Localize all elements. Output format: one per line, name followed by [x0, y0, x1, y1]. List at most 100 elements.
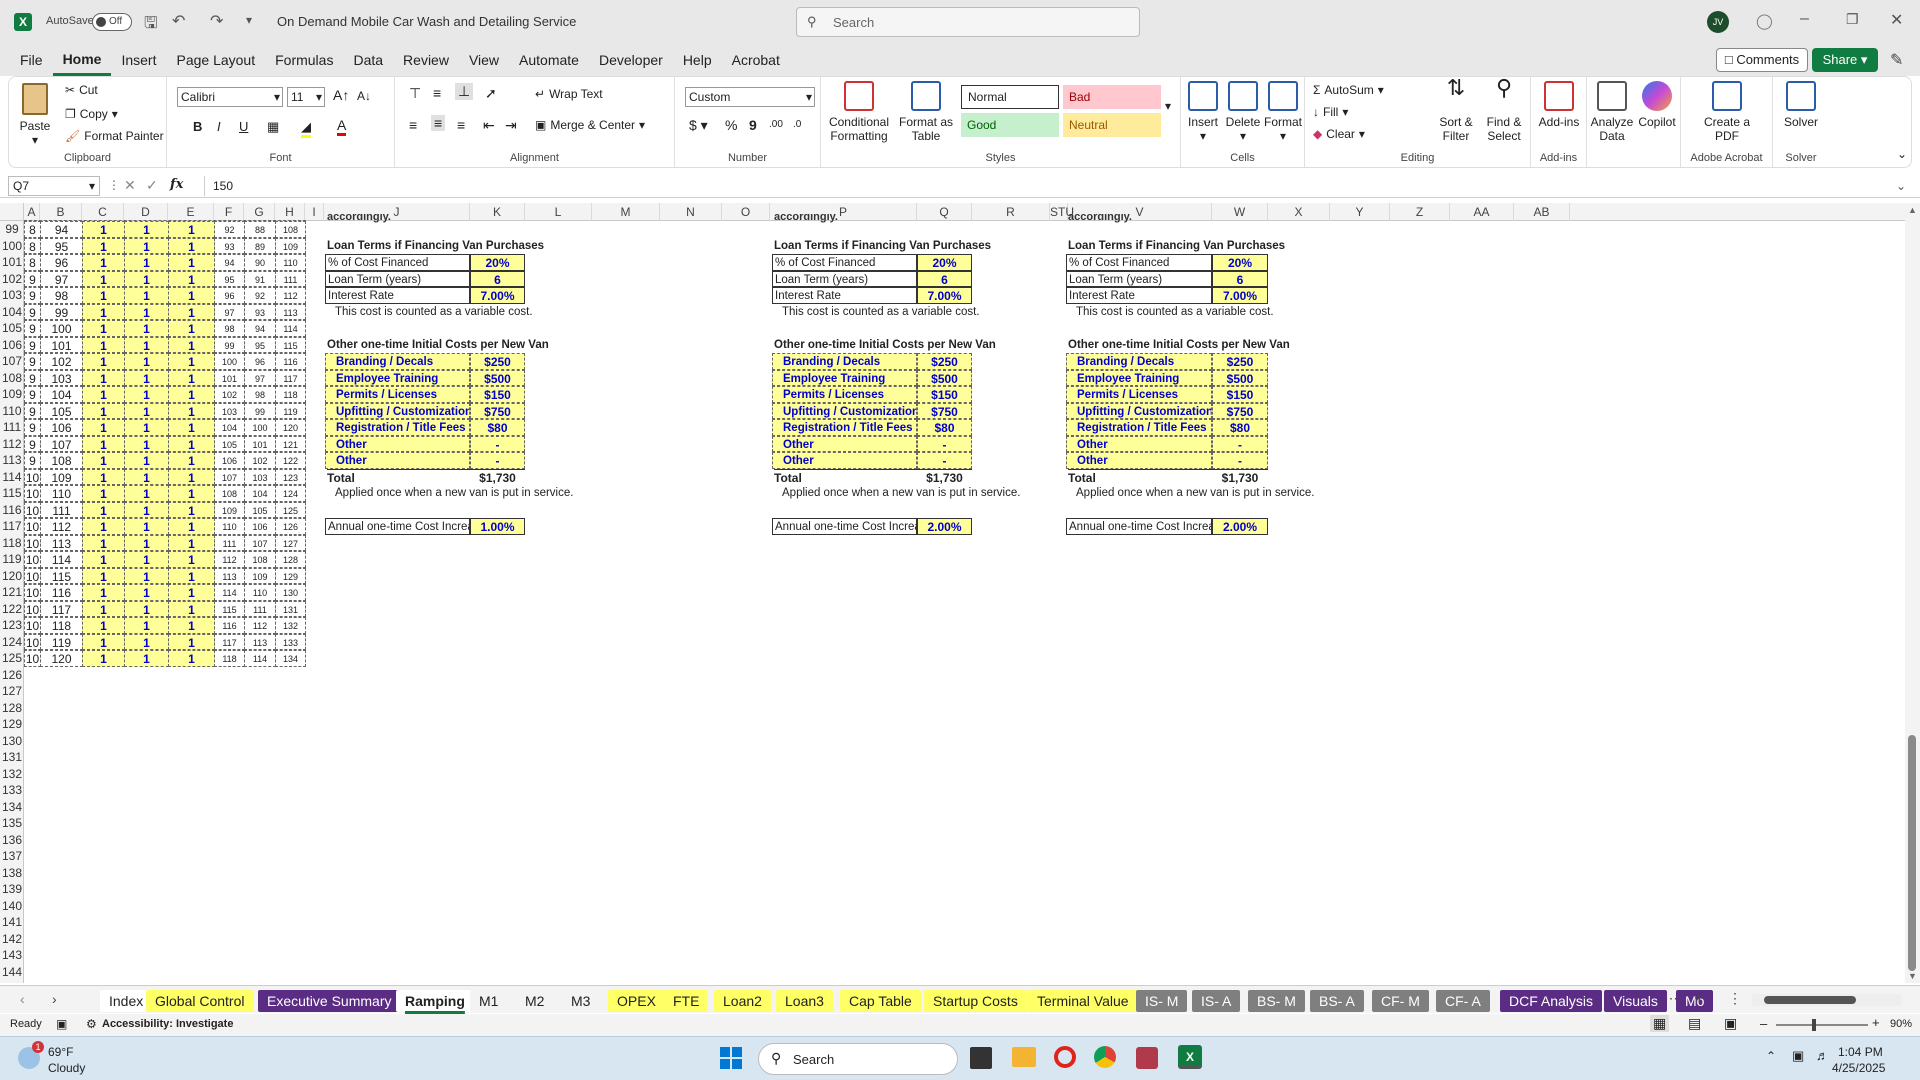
style-bad[interactable]: Bad: [1063, 85, 1161, 109]
row-header-115[interactable]: 115: [0, 485, 24, 502]
tab-insert[interactable]: Insert: [111, 44, 166, 76]
sheet-tab-m2[interactable]: M2: [516, 990, 554, 1012]
search-box[interactable]: ⚲ Search: [796, 7, 1140, 37]
undo-icon[interactable]: ↶: [172, 11, 185, 31]
wrap-text-button[interactable]: ↵ Wrap Text: [535, 87, 603, 101]
collapse-ribbon-icon[interactable]: ⌄: [1897, 147, 1907, 161]
formula-input[interactable]: 150 ⌄: [204, 176, 1910, 196]
sheet-tab-visuals[interactable]: Visuals: [1604, 990, 1667, 1012]
fill-button[interactable]: ↓ Fill ▾: [1313, 105, 1348, 119]
column-header-w[interactable]: W: [1212, 203, 1268, 221]
comments-button[interactable]: □ Comments: [1716, 48, 1808, 72]
zoom-slider-thumb[interactable]: [1812, 1019, 1816, 1031]
scenario-1-cost-value[interactable]: -: [470, 435, 525, 452]
scenario-2-annual-value[interactable]: 2.00%: [917, 518, 972, 535]
scenario-3-loan-value[interactable]: 7.00%: [1212, 287, 1268, 304]
row-header-141[interactable]: 141: [0, 914, 24, 931]
name-box[interactable]: Q7 ▾: [8, 176, 100, 196]
scenario-1-cost-value[interactable]: $250: [470, 353, 525, 370]
copilot-button[interactable]: Copilot: [1635, 81, 1679, 129]
more-sheets-icon[interactable]: ⋯: [1664, 990, 1678, 1007]
column-header-n[interactable]: N: [660, 203, 722, 221]
row-header-99[interactable]: 99: [0, 221, 24, 238]
more-options-icon[interactable]: ⋮: [108, 178, 120, 192]
scenario-2-cost-value[interactable]: $750: [917, 402, 972, 419]
page-break-view-icon[interactable]: ▣: [1724, 1015, 1737, 1032]
customize-qat-icon[interactable]: ▾: [246, 13, 252, 27]
worksheet-grid[interactable]: 8 94 1 1 1 92 88 108 8 95 1 1 1 93 89 109 8 96 1 1 1 94 90 110 9…: [24, 214, 1905, 983]
row-header-100[interactable]: 100: [0, 238, 24, 255]
row-header-131[interactable]: 131: [0, 749, 24, 766]
document-title[interactable]: On Demand Mobile Car Wash and Detailing …: [277, 14, 576, 29]
sheet-tab-is-m[interactable]: IS- M: [1136, 990, 1188, 1012]
row-header-105[interactable]: 105: [0, 320, 24, 337]
increase-indent-icon[interactable]: ⇥: [505, 117, 517, 134]
italic-icon[interactable]: I: [217, 119, 221, 134]
merge-center-button[interactable]: ▣ Merge & Center ▾: [535, 118, 645, 132]
taskbar-search[interactable]: ⚲ Search: [758, 1043, 958, 1075]
scenario-3-loan-value[interactable]: 6: [1212, 270, 1268, 287]
scenario-3-cost-value[interactable]: $500: [1212, 369, 1268, 386]
row-header-128[interactable]: 128: [0, 700, 24, 717]
underline-icon[interactable]: U: [239, 119, 248, 134]
sheet-tab-cap-table[interactable]: Cap Table: [840, 990, 921, 1012]
number-format-select[interactable]: Custom ▾: [685, 87, 815, 107]
clock-time[interactable]: 1:04 PM: [1838, 1045, 1883, 1059]
zoom-in-icon[interactable]: +: [1872, 1015, 1880, 1030]
row-header-104[interactable]: 104: [0, 304, 24, 321]
scenario-3-cost-value[interactable]: $80: [1212, 419, 1268, 436]
column-header-i[interactable]: I: [305, 203, 324, 221]
font-color-icon[interactable]: A: [337, 117, 347, 136]
borders-icon[interactable]: ▦: [267, 119, 279, 135]
task-view-icon[interactable]: [970, 1047, 992, 1069]
scenario-1-cost-value[interactable]: -: [470, 452, 525, 469]
column-header-r[interactable]: R: [972, 203, 1050, 221]
decrease-decimal-icon[interactable]: .0: [793, 119, 801, 130]
tab-help[interactable]: Help: [673, 44, 722, 76]
align-center-icon[interactable]: ≡: [431, 115, 446, 131]
clock-date[interactable]: 4/25/2025: [1832, 1061, 1885, 1075]
tab-view[interactable]: View: [459, 44, 509, 76]
save-icon[interactable]: 🖫: [144, 12, 158, 39]
row-header-114[interactable]: 114: [0, 469, 24, 486]
addins-button[interactable]: Add-ins: [1533, 81, 1585, 129]
close-icon[interactable]: ✕: [1890, 10, 1903, 30]
prev-sheet-icon[interactable]: ‹: [20, 991, 25, 1007]
align-right-icon[interactable]: ≡: [457, 117, 465, 133]
autosave-toggle[interactable]: Off: [92, 13, 132, 31]
row-header-116[interactable]: 116: [0, 502, 24, 519]
select-all-corner[interactable]: [0, 203, 24, 221]
tray-chevron-icon[interactable]: ⌃: [1766, 1049, 1776, 1063]
network-icon[interactable]: ▣: [1792, 1048, 1804, 1064]
scenario-1-loan-value[interactable]: 6: [470, 270, 525, 287]
file-explorer-icon[interactable]: [1012, 1047, 1036, 1067]
conditional-formatting-button[interactable]: Conditional Formatting: [827, 81, 891, 143]
row-header-108[interactable]: 108: [0, 370, 24, 387]
fill-color-icon[interactable]: ◢: [301, 119, 311, 138]
row-header-143[interactable]: 143: [0, 947, 24, 964]
scroll-up-icon[interactable]: ▲: [1908, 205, 1917, 215]
enter-icon[interactable]: ✓: [146, 177, 158, 194]
currency-icon[interactable]: $ ▾: [689, 117, 708, 134]
scenario-2-loan-value[interactable]: 20%: [917, 254, 972, 271]
row-header-109[interactable]: 109: [0, 386, 24, 403]
sheet-tab-ramping[interactable]: Ramping: [396, 990, 474, 1012]
zoom-slider[interactable]: [1776, 1019, 1868, 1031]
horizontal-scroll-thumb[interactable]: [1764, 996, 1856, 1004]
sheet-tab-m3[interactable]: M3: [562, 990, 600, 1012]
tab-automate[interactable]: Automate: [509, 44, 589, 76]
row-header-123[interactable]: 123: [0, 617, 24, 634]
row-header-137[interactable]: 137: [0, 848, 24, 865]
sheet-tab-is-a[interactable]: IS- A: [1192, 990, 1241, 1012]
decrease-font-icon[interactable]: A↓: [357, 89, 371, 103]
scenario-1-cost-value[interactable]: $500: [470, 369, 525, 386]
row-header-110[interactable]: 110: [0, 403, 24, 420]
next-sheet-icon[interactable]: ›: [52, 991, 57, 1007]
row-header-140[interactable]: 140: [0, 898, 24, 915]
style-good[interactable]: Good: [961, 113, 1059, 137]
copilot-chat-icon[interactable]: ✎: [1890, 50, 1903, 70]
opera-icon[interactable]: [1054, 1046, 1076, 1068]
accessibility-status[interactable]: Accessibility: Investigate: [102, 1018, 233, 1030]
row-header-120[interactable]: 120: [0, 568, 24, 585]
column-header-y[interactable]: Y: [1330, 203, 1390, 221]
